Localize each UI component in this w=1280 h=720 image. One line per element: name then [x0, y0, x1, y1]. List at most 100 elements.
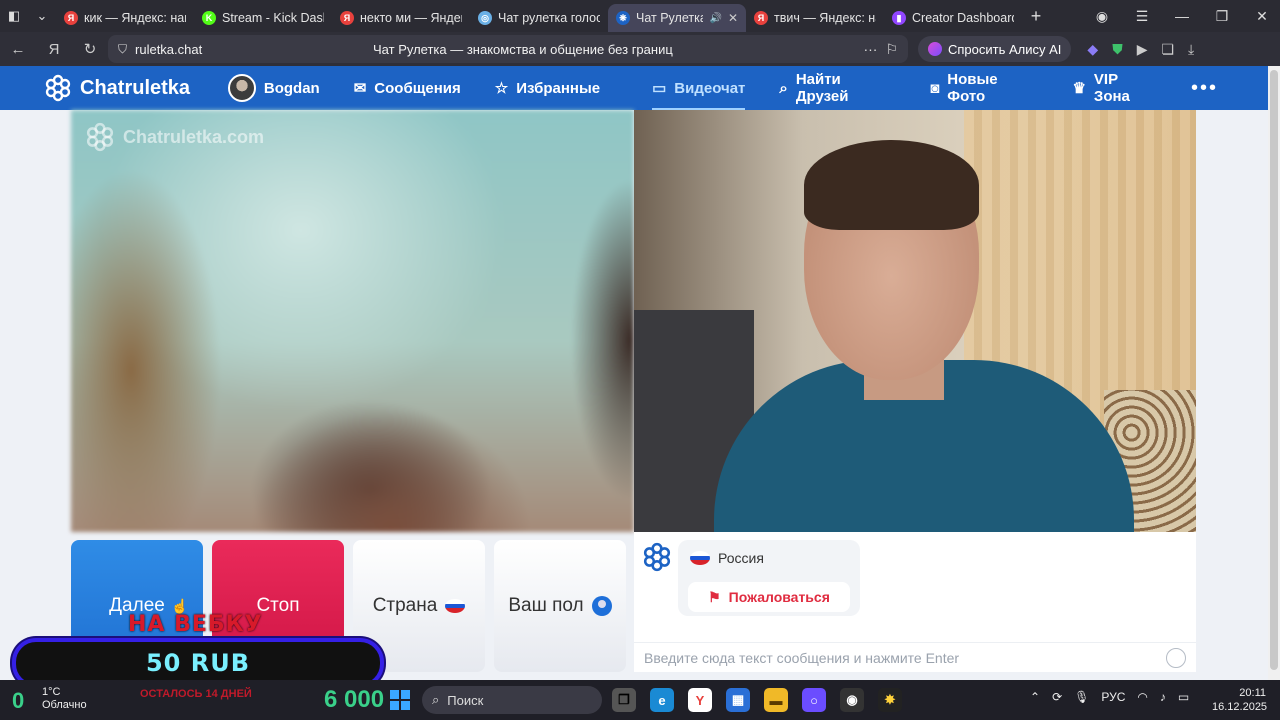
weather-temperature: 1°C [42, 686, 61, 698]
tabs-dropdown-icon[interactable]: ⌄ [28, 4, 56, 28]
report-button[interactable]: ⚑ Пожаловаться [688, 582, 850, 612]
restore-button[interactable]: ❐ [1204, 8, 1240, 25]
search-icon: ⌕ [432, 692, 440, 707]
watermark-text: Chatruletka.com [123, 126, 265, 147]
browser-tab[interactable]: K Stream - Kick Dashb [194, 4, 332, 32]
more-icon[interactable]: ··· [863, 41, 877, 57]
alice-app-icon[interactable]: ○ [802, 688, 826, 712]
browser-tab[interactable]: Ятвич — Яндекс: наш [746, 4, 884, 32]
tab-close-icon[interactable]: ✕ [728, 11, 738, 25]
taskbar-clock[interactable]: 20:11 16.12.2025 [1212, 686, 1267, 714]
taskbar-apps: ❐ e Y ▦ ▬ ○ ◉ ✸ [612, 688, 902, 712]
url-field[interactable]: ⛉ ruletka.chat Чат Рулетка — знакомства … [108, 35, 908, 63]
envelope-icon: ✉ [353, 80, 367, 97]
input-language[interactable]: РУС [1101, 690, 1125, 704]
browser-tab[interactable]: Якик — Яндекс: наш [56, 4, 194, 32]
tray-overflow-icon[interactable]: ⌃ [1030, 690, 1040, 704]
russia-flag-icon [445, 599, 466, 613]
system-tray: ⌃ ⟳ 🎙 РУС ◠ ♪ ▭ [1030, 690, 1189, 704]
emoji-icon[interactable] [1166, 647, 1186, 668]
nav-videochat-label: Видеочат [674, 79, 746, 97]
chat-message-input[interactable]: Введите сюда текст сообщения и нажмите E… [634, 642, 1196, 672]
tab-list: Якик — Яндекс: наш K Stream - Kick Dashb Ян… [56, 0, 1022, 32]
camera-icon: ◙ [930, 79, 940, 97]
tab-audio-icon[interactable]: 🔊 [709, 13, 721, 24]
browser-tab[interactable]: ▮ Creator Dashboard [884, 4, 1022, 32]
task-view-icon[interactable]: ❐ [612, 688, 636, 712]
site-logo[interactable]: Chatruletka [44, 74, 228, 102]
nav-favorites[interactable]: ☆ Избранные [495, 66, 600, 110]
weather-condition: Облачно [42, 699, 87, 711]
store-icon[interactable]: ▦ [726, 688, 750, 712]
chatruletka-logo-icon [45, 74, 71, 102]
more-menu-icon[interactable]: ••• [1191, 77, 1218, 100]
nav-vip[interactable]: ♛ VIP Зона [1072, 66, 1157, 110]
address-bar: ← Я ↻ ⛉ ruletka.chat Чат Рулетка — знако… [0, 32, 1280, 66]
partner-info-card: Россия ⚑ Пожаловаться [678, 540, 860, 616]
page-title-text: Чат Рулетка — знакомства и общение без г… [373, 41, 673, 57]
battery-icon[interactable]: ▭ [1178, 690, 1189, 704]
nav-videochat[interactable]: ▭ Видеочат [652, 66, 746, 110]
twitch-icon: ▮ [892, 11, 906, 25]
nav-profile[interactable]: Bogdan [227, 66, 320, 110]
browser-tab[interactable]: Янекто ми — Яндекс [332, 4, 470, 32]
crown-icon: ♛ [1072, 80, 1086, 97]
volume-icon[interactable]: ♪ [1160, 690, 1166, 704]
url-text[interactable]: ruletka.chat [135, 42, 365, 57]
partner-country: Россия [690, 550, 764, 566]
star-icon: ☆ [494, 80, 509, 97]
clock-time: 20:11 [1239, 687, 1266, 699]
sync-icon[interactable]: ⟳ [1052, 690, 1062, 704]
scrollbar-thumb[interactable] [1270, 70, 1278, 670]
nav-messages[interactable]: ✉ Сообщения [354, 66, 461, 110]
tab-title: твич — Яндекс: наш [774, 11, 876, 25]
menu-icon[interactable]: ☰ [1124, 8, 1160, 25]
adblock-shield-icon[interactable]: ⛊ [1112, 41, 1123, 58]
browser-tab[interactable]: ◎ Чат рулетка голосо [470, 4, 608, 32]
weather-widget[interactable]: 1°C Облачно [42, 686, 87, 712]
extension-game-icon[interactable]: ◆ [1087, 41, 1098, 58]
reload-button[interactable]: ↻ [72, 40, 108, 58]
yandex-home-button[interactable]: Я [36, 41, 72, 58]
taskbar-search[interactable]: ⌕ Поиск [422, 686, 602, 714]
ask-alice-button[interactable]: Спросить Алису AI [918, 36, 1072, 62]
app-star-icon[interactable]: ✸ [878, 688, 902, 712]
file-explorer-icon[interactable]: ▬ [764, 688, 788, 712]
stream-overlay-subtitle: ОСТАЛОСЬ 14 ДНЕЙ [140, 688, 252, 700]
edge-icon[interactable]: e [650, 688, 674, 712]
nav-new-photos[interactable]: ◙ Новые Фото [930, 66, 1038, 110]
downloads-icon[interactable]: ⤓ [1188, 41, 1194, 58]
new-tab-button[interactable]: + [1022, 4, 1050, 28]
yandex-browser-icon[interactable]: Y [688, 688, 712, 712]
bookmark-icon[interactable]: ⚐ [885, 41, 898, 58]
page-scrollbar[interactable] [1268, 66, 1280, 680]
taskbar-search-label: Поиск [447, 692, 484, 708]
site-info-icon[interactable]: ⛉ [118, 42, 127, 57]
sidebar-toggle-icon[interactable]: ◧ [0, 4, 28, 28]
self-video [634, 110, 1196, 532]
collections-icon[interactable]: ❏ [1161, 41, 1174, 58]
chat-panel: Россия ⚑ Пожаловаться Введите сюда текст… [634, 532, 1196, 672]
brand-name: Chatruletka [80, 76, 191, 99]
minimize-button[interactable]: — [1164, 8, 1200, 24]
tab-title: Creator Dashboard [912, 11, 1014, 25]
nav-favorites-label: Избранные [516, 79, 601, 97]
obs-icon[interactable]: ◉ [840, 688, 864, 712]
gender-button[interactable]: Ваш пол [494, 540, 626, 672]
russia-flag-icon [690, 551, 710, 565]
wifi-icon[interactable]: ◠ [1137, 690, 1147, 704]
alice-icon [928, 42, 942, 56]
nav-new-photos-label: Новые Фото [947, 71, 998, 105]
profile-icon[interactable]: ◉ [1084, 8, 1120, 25]
media-play-icon[interactable]: ▶ [1137, 41, 1148, 58]
nav-messages-label: Сообщения [374, 79, 461, 97]
yandex-icon: Я [754, 11, 768, 25]
yandex-icon: Я [340, 11, 354, 25]
windows-start-icon[interactable] [390, 690, 410, 710]
nav-find-friends[interactable]: ⌕ Найти Друзей [779, 66, 896, 110]
back-button[interactable]: ← [0, 41, 36, 58]
close-window-button[interactable]: ✕ [1244, 8, 1280, 25]
browser-tab[interactable]: ❋ Чат Рулетка — 🔊 ✕ [608, 4, 746, 32]
nav-find-friends-label: Найти Друзей [795, 71, 849, 105]
microphone-icon[interactable]: 🎙 [1074, 690, 1089, 704]
